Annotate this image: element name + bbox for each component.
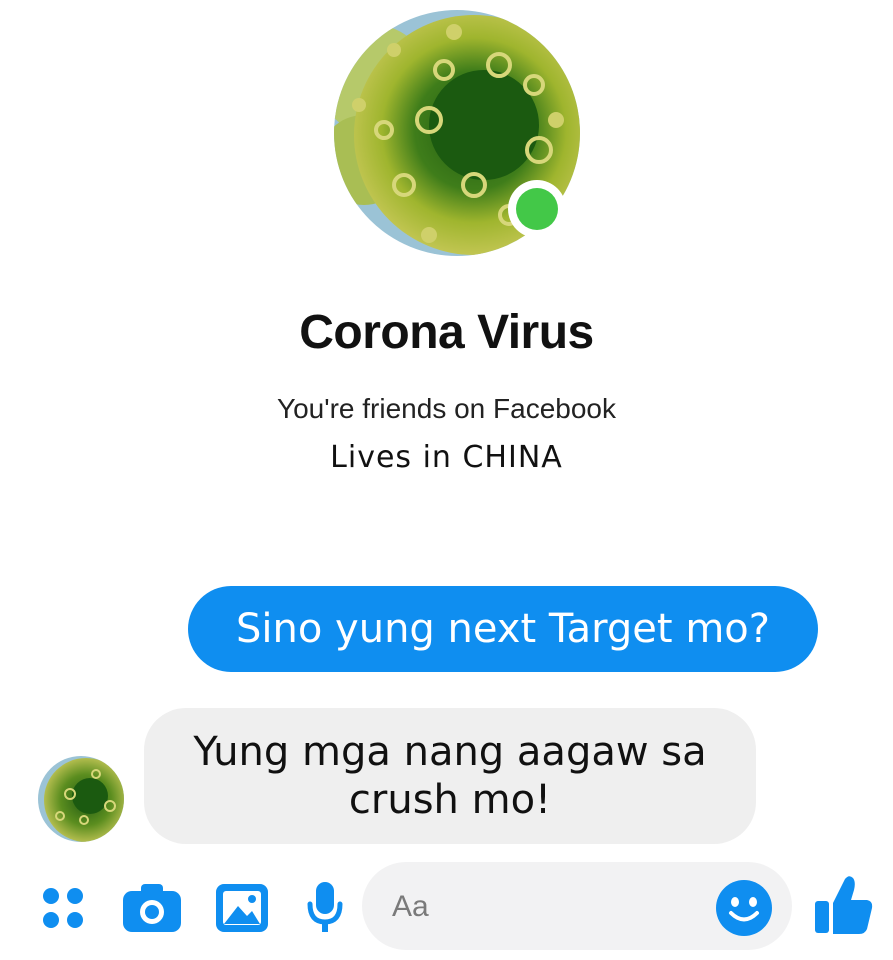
contact-name: Corona Virus <box>299 306 594 359</box>
virus-avatar-small-image <box>38 756 124 842</box>
camera-icon[interactable] <box>120 878 184 938</box>
incoming-message-bubble[interactable]: Yung mga nang aagaw sa crush mo! <box>144 708 756 844</box>
friends-status-text: You're friends on Facebook <box>277 393 616 424</box>
image-icon[interactable] <box>212 878 272 938</box>
message-input-placeholder: Aa <box>392 890 429 923</box>
online-status-indicator <box>508 180 566 238</box>
location-text: Lives in CHINA <box>330 440 563 475</box>
apps-icon[interactable] <box>36 878 90 938</box>
online-dot <box>516 188 558 230</box>
incoming-message-line-1: Yung mga nang aagaw sa <box>193 729 707 775</box>
incoming-message-line-2: crush mo! <box>348 777 552 823</box>
thumbs-up-icon[interactable] <box>812 872 876 938</box>
outgoing-message-bubble[interactable]: Sino yung next Target mo? <box>188 586 818 672</box>
emoji-icon[interactable] <box>712 878 776 938</box>
sender-avatar[interactable] <box>38 756 124 842</box>
microphone-icon[interactable] <box>300 878 350 938</box>
outgoing-message-text: Sino yung next Target mo? <box>236 606 770 652</box>
